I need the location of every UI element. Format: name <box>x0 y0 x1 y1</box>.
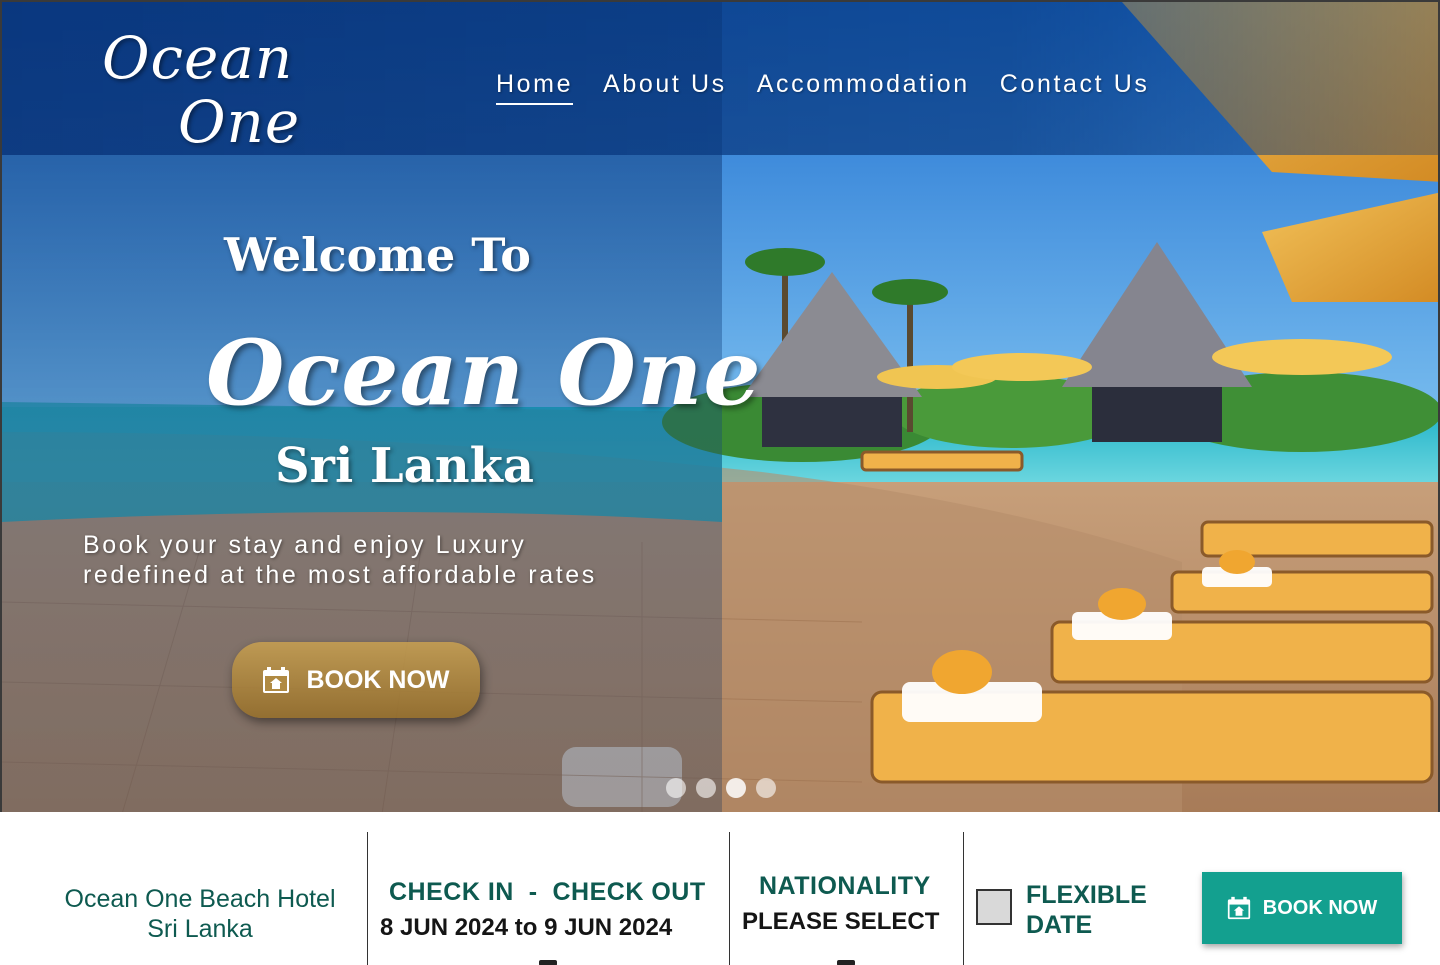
hero-welcome-heading: Welcome To <box>224 228 531 282</box>
hero-brand-name: Ocean One <box>206 320 762 426</box>
booking-divider <box>367 832 368 965</box>
logo-text-line2: One <box>178 88 301 156</box>
hero-book-now-label: BOOK NOW <box>306 665 450 694</box>
nav-contact-us[interactable]: Contact Us <box>1000 70 1150 105</box>
hero-tagline-line2: redefined at the most affordable rates <box>83 561 597 589</box>
flexible-date-label[interactable]: FLEXIBLE DATE <box>1026 880 1147 940</box>
booking-bar-book-now-label: BOOK NOW <box>1262 896 1378 919</box>
calendar-icon <box>1227 896 1250 920</box>
flexible-date-checkbox[interactable] <box>976 889 1012 925</box>
check-in-label: CHECK IN <box>389 878 514 906</box>
main-navigation: Home About Us Accommodation Contact Us <box>496 70 1149 105</box>
booking-bar-book-now-button[interactable]: BOOK NOW <box>1202 872 1402 944</box>
check-separator: - <box>528 878 538 906</box>
booking-divider <box>963 832 964 965</box>
nav-about-us[interactable]: About Us <box>603 70 727 105</box>
carousel-indicators <box>666 778 776 798</box>
site-logo[interactable]: Ocean One <box>102 20 302 156</box>
carousel-dot-1[interactable] <box>666 778 686 798</box>
hero-book-now-button[interactable]: BOOK NOW <box>232 642 480 718</box>
nav-accommodation[interactable]: Accommodation <box>757 70 970 105</box>
flexible-date-line2: DATE <box>1026 911 1093 939</box>
date-dropdown-caret-icon[interactable] <box>539 960 557 965</box>
carousel-dot-4[interactable] <box>756 778 776 798</box>
booking-hotel-name: Ocean One Beach Hotel Sri Lanka <box>40 884 360 944</box>
hotel-name-line1: Ocean One Beach Hotel <box>64 885 336 913</box>
check-out-label: CHECK OUT <box>552 878 706 906</box>
carousel-dot-2[interactable] <box>696 778 716 798</box>
booking-divider <box>729 832 730 965</box>
logo-text-line1: Ocean <box>102 24 294 92</box>
nationality-dropdown-caret-icon[interactable] <box>837 960 855 965</box>
nationality-select[interactable]: PLEASE SELECT <box>742 908 939 936</box>
carousel-dot-3[interactable] <box>726 778 746 798</box>
check-in-out-heading[interactable]: CHECK IN - CHECK OUT <box>389 878 706 907</box>
hero-tagline: Book your stay and enjoy Luxury redefine… <box>83 530 693 590</box>
calendar-icon <box>263 667 290 693</box>
hero-tagline-line1: Book your stay and enjoy Luxury <box>83 531 527 559</box>
hero-section: Ocean One Home About Us Accommodation Co… <box>0 0 1440 812</box>
hotel-name-line2: Sri Lanka <box>147 915 253 943</box>
hero-location: Sri Lanka <box>275 438 535 494</box>
date-range-picker[interactable]: 8 JUN 2024 to 9 JUN 2024 <box>380 914 672 942</box>
nationality-label: NATIONALITY <box>759 872 931 900</box>
flexible-date-line1: FLEXIBLE <box>1026 881 1147 909</box>
nav-home[interactable]: Home <box>496 70 574 105</box>
